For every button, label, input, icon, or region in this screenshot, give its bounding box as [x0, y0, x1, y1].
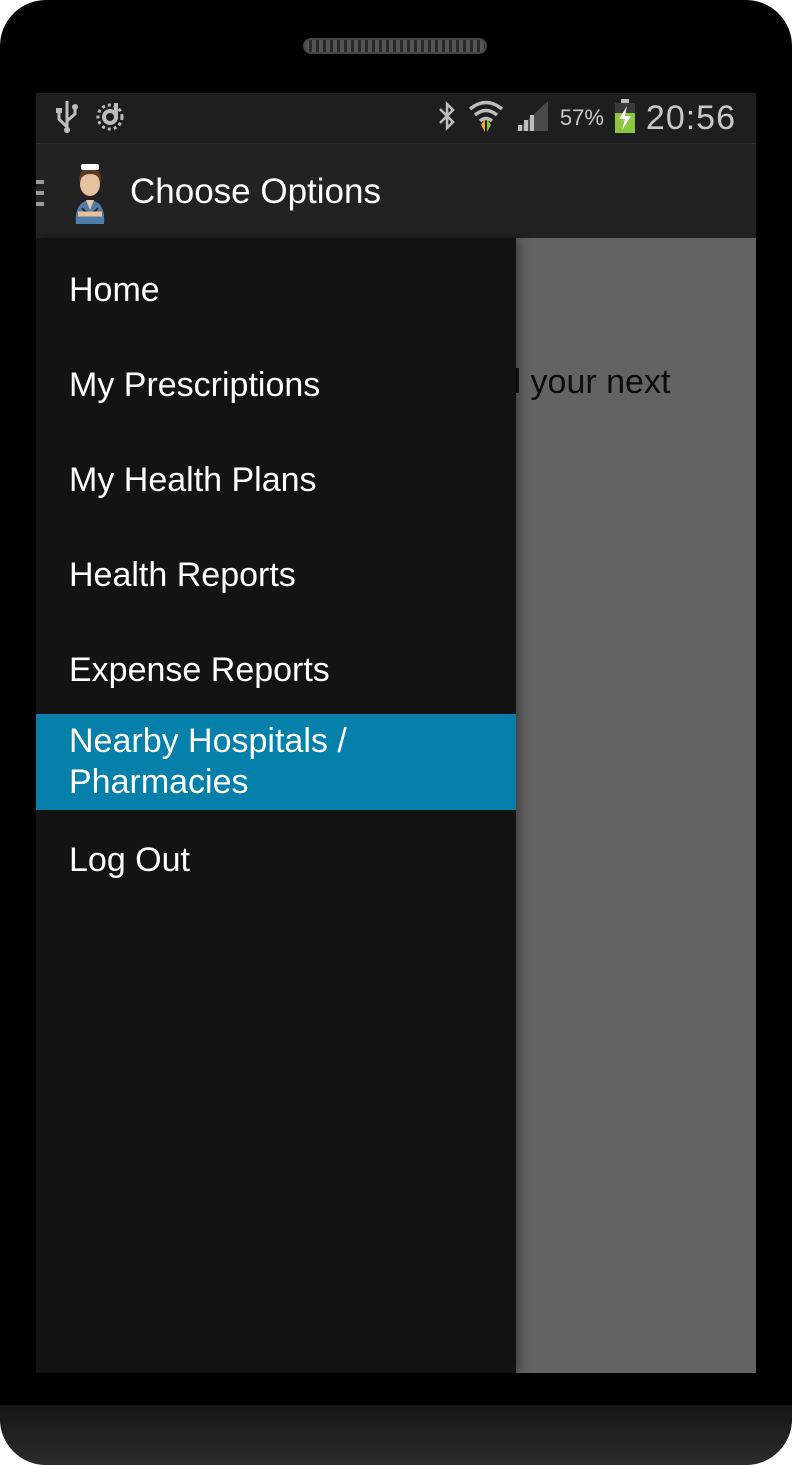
action-bar: Choose Options	[36, 143, 756, 238]
drawer-item-home[interactable]: Home	[36, 270, 516, 311]
clock: 20:56	[645, 98, 736, 137]
wifi-icon	[468, 99, 504, 138]
content-text: il your next	[506, 363, 671, 401]
drawer-indicator-icon[interactable]	[36, 180, 44, 206]
drawer-item-health-reports[interactable]: Health Reports	[36, 555, 516, 596]
battery-charging-icon	[614, 98, 636, 139]
drawer-item-expense-reports[interactable]: Expense Reports	[36, 650, 516, 691]
signal-icon	[514, 99, 550, 138]
device-screen: 57% 20:56 Choose Options il your next Ho…	[36, 93, 756, 1373]
drawer-item-my-health-plans[interactable]: My Health Plans	[36, 460, 516, 501]
action-bar-title: Choose Options	[130, 172, 381, 211]
battery-percent: 57%	[559, 105, 604, 130]
nurse-avatar-icon[interactable]	[66, 162, 114, 224]
phone-frame: 57% 20:56 Choose Options il your next Ho…	[0, 0, 792, 1465]
usb-icon	[54, 99, 80, 138]
bluetooth-icon	[436, 100, 458, 137]
navigation-drawer: Home My Prescriptions My Health Plans He…	[36, 238, 516, 1373]
bottom-bezel	[0, 1405, 792, 1465]
status-bar: 57% 20:56	[36, 93, 756, 143]
earpiece-speaker	[303, 38, 487, 54]
sync-icon	[94, 99, 126, 138]
drawer-item-my-prescriptions[interactable]: My Prescriptions	[36, 365, 516, 406]
drawer-item-nearby-hospitals-pharmacies[interactable]: Nearby Hospitals / Pharmacies	[36, 714, 516, 810]
drawer-item-log-out[interactable]: Log Out	[36, 840, 516, 881]
